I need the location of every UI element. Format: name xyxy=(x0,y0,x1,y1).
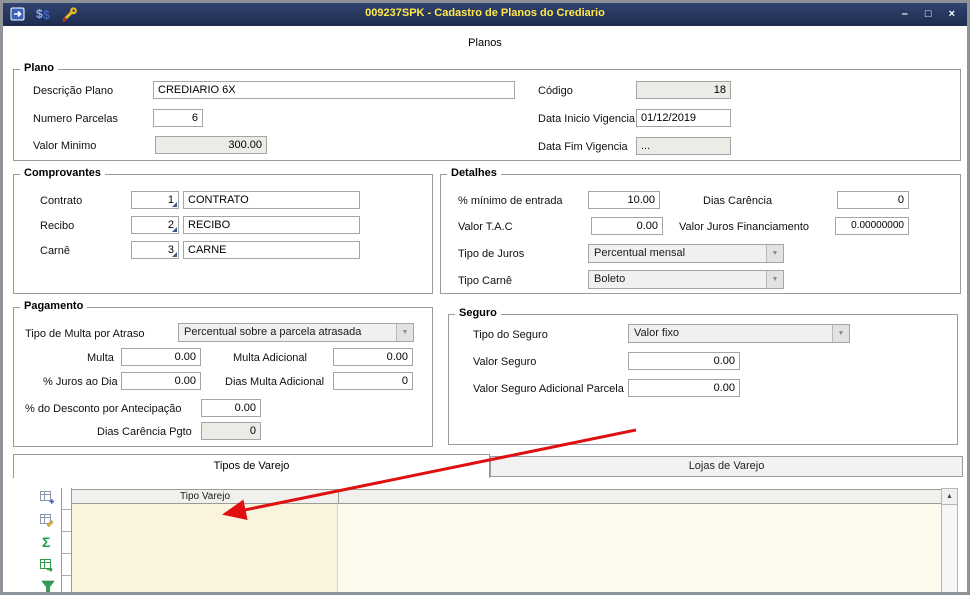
valor-juros-financiamento-label: Valor Juros Financiamento xyxy=(679,221,810,233)
valor-seguro-label: Valor Seguro xyxy=(473,356,537,368)
valor-seguro-input[interactable]: 0.00 xyxy=(628,352,740,370)
tipo-multa-value: Percentual sobre a parcela atrasada xyxy=(184,326,362,338)
tipo-seguro-select[interactable]: Valor fixo ▼ xyxy=(628,324,850,343)
valor-minimo-label: Valor Minimo xyxy=(33,140,97,152)
dias-multa-adicional-input[interactable]: 0 xyxy=(333,372,413,390)
grid-edit-icon[interactable] xyxy=(39,512,54,533)
valor-tac-input[interactable]: 0.00 xyxy=(591,217,663,235)
tipo-juros-select[interactable]: Percentual mensal ▼ xyxy=(588,244,784,263)
svg-text:$: $ xyxy=(43,8,50,22)
dias-carencia-pgto-input[interactable]: 0 xyxy=(201,422,261,440)
tipo-multa-label: Tipo de Multa por Atraso xyxy=(25,328,145,340)
chevron-down-icon[interactable]: ▼ xyxy=(766,245,783,262)
codigo-input[interactable]: 18 xyxy=(636,81,731,99)
grid-body[interactable] xyxy=(72,504,941,592)
grid-row-selector-column[interactable] xyxy=(61,488,72,592)
finance-icon[interactable]: $ $ xyxy=(35,6,53,27)
svg-text:$: $ xyxy=(36,7,43,21)
minimo-entrada-label: % mínimo de entrada xyxy=(458,195,563,207)
multa-adicional-label: Multa Adicional xyxy=(233,352,307,364)
desconto-antecipacao-input[interactable]: 0.00 xyxy=(201,399,261,417)
grid-scrollbar[interactable]: ▲ xyxy=(941,488,958,592)
carne-name-input[interactable]: CARNE xyxy=(183,241,360,259)
groupbox-seguro-legend: Seguro xyxy=(455,307,501,319)
maximize-button[interactable]: □ xyxy=(925,3,932,26)
dias-multa-adicional-label: Dias Multa Adicional xyxy=(225,376,325,388)
tipo-carne-label: Tipo Carnê xyxy=(458,275,513,287)
tipo-carne-value: Boleto xyxy=(594,273,626,285)
recibo-code-input[interactable]: 2 xyxy=(131,216,179,234)
window-title: 009237SPK - Cadastro de Planos do Credia… xyxy=(365,7,605,19)
descricao-plano-label: Descrição Plano xyxy=(33,85,114,97)
groupbox-comprovantes-legend: Comprovantes xyxy=(20,167,106,179)
groupbox-detalhes-legend: Detalhes xyxy=(447,167,501,179)
data-fim-vigencia-label: Data Fim Vigencia xyxy=(538,141,628,153)
grid-header-tipo-varejo[interactable]: Tipo Varejo xyxy=(72,490,338,503)
data-inicio-vigencia-input[interactable]: 01/12/2019 xyxy=(636,109,731,127)
app-window: $ $ 009237SPK - Cadastro de Planos do Cre… xyxy=(0,0,970,595)
groupbox-plano-legend: Plano xyxy=(20,62,58,74)
grid-export-icon[interactable] xyxy=(39,557,54,578)
sum-icon[interactable]: Σ xyxy=(42,534,50,550)
multa-input[interactable]: 0.00 xyxy=(121,348,201,366)
chevron-down-icon[interactable]: ▼ xyxy=(766,271,783,288)
contrato-label: Contrato xyxy=(40,195,83,207)
grid-header-row[interactable]: Tipo Varejo xyxy=(72,489,941,504)
carne-code-input[interactable]: 3 xyxy=(131,241,179,259)
tipo-multa-select[interactable]: Percentual sobre a parcela atrasada ▼ xyxy=(178,323,414,342)
grid-column-separator xyxy=(338,490,339,503)
window-controls: – □ × xyxy=(902,3,955,26)
contrato-name-input[interactable]: CONTRATO xyxy=(183,191,360,209)
page-title: Planos xyxy=(468,37,502,49)
recibo-name-input[interactable]: RECIBO xyxy=(183,216,360,234)
tipo-carne-select[interactable]: Boleto ▼ xyxy=(588,270,784,289)
tipo-seguro-label: Tipo do Seguro xyxy=(473,329,548,341)
tipo-seguro-value: Valor fixo xyxy=(634,327,680,339)
desconto-antecipacao-label: % do Desconto por Antecipação xyxy=(25,403,182,415)
carne-label: Carnê xyxy=(40,245,70,257)
codigo-label: Código xyxy=(538,85,573,97)
groupbox-pagamento-legend: Pagamento xyxy=(20,300,88,312)
chevron-down-icon[interactable]: ▼ xyxy=(396,324,413,341)
juros-ao-dia-input[interactable]: 0.00 xyxy=(121,372,201,390)
tipo-juros-label: Tipo de Juros xyxy=(458,248,525,260)
numero-parcelas-label: Numero Parcelas xyxy=(33,113,118,125)
tab-lojas-de-varejo[interactable]: Lojas de Varejo xyxy=(490,456,963,476)
wrench-icon[interactable] xyxy=(62,6,78,27)
descricao-plano-input[interactable]: CREDIARIO 6X xyxy=(153,81,515,99)
valor-tac-label: Valor T.A.C xyxy=(458,221,513,233)
tab-tipos-de-varejo[interactable]: Tipos de Varejo xyxy=(13,454,490,478)
grid-add-icon[interactable] xyxy=(39,489,54,510)
valor-minimo-input[interactable]: 300.00 xyxy=(155,136,267,154)
close-button[interactable]: × xyxy=(949,3,955,26)
tipo-juros-value: Percentual mensal xyxy=(594,247,686,259)
multa-adicional-input[interactable]: 0.00 xyxy=(333,348,413,366)
minimo-entrada-input[interactable]: 10.00 xyxy=(588,191,660,209)
filter-icon[interactable] xyxy=(41,580,55,592)
multa-label: Multa xyxy=(87,352,114,364)
dias-carencia-input[interactable]: 0 xyxy=(837,191,909,209)
data-fim-vigencia-input[interactable]: ... xyxy=(636,137,731,155)
valor-seguro-adicional-input[interactable]: 0.00 xyxy=(628,379,740,397)
data-inicio-vigencia-label: Data Inicio Vigencia xyxy=(538,113,636,125)
dias-carencia-pgto-label: Dias Carência Pgto xyxy=(97,426,192,438)
scroll-up-icon[interactable]: ▲ xyxy=(942,489,957,505)
title-bar: $ $ 009237SPK - Cadastro de Planos do Cre… xyxy=(3,3,967,26)
grid-column-tipo-varejo[interactable] xyxy=(72,504,338,592)
exit-icon[interactable] xyxy=(10,7,26,27)
titlebar-icons: $ $ xyxy=(10,6,78,27)
juros-ao-dia-label: % Juros ao Dia xyxy=(43,376,118,388)
recibo-label: Recibo xyxy=(40,220,75,232)
numero-parcelas-input[interactable]: 6 xyxy=(153,109,203,127)
minimize-button[interactable]: – xyxy=(902,3,908,26)
valor-seguro-adicional-label: Valor Seguro Adicional Parcela xyxy=(473,383,624,395)
dias-carencia-label: Dias Carência xyxy=(703,195,773,207)
contrato-code-input[interactable]: 1 xyxy=(131,191,179,209)
valor-juros-financiamento-input[interactable]: 0.00000000 xyxy=(835,217,909,235)
chevron-down-icon[interactable]: ▼ xyxy=(832,325,849,342)
